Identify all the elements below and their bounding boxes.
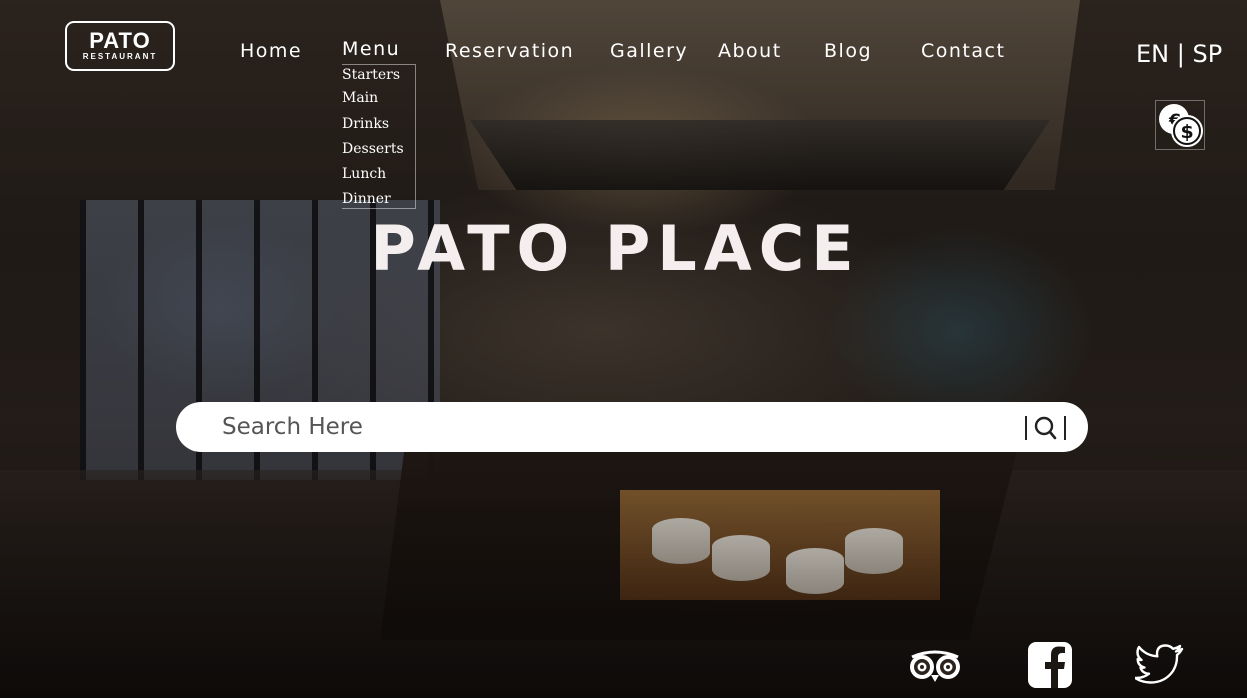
- search-input[interactable]: [222, 410, 1002, 444]
- language-sp[interactable]: SP: [1193, 40, 1223, 68]
- hero-background-image: [0, 0, 1247, 698]
- nav-contact[interactable]: Contact: [921, 40, 1005, 62]
- twitter-icon: [1133, 644, 1184, 684]
- svg-text:$: $: [1181, 121, 1194, 143]
- search-button[interactable]: [1023, 413, 1069, 443]
- search-bar: [176, 402, 1088, 452]
- tripadvisor-icon: [910, 650, 960, 682]
- menu-dropdown: [342, 64, 416, 209]
- dropdown-item-drinks[interactable]: Drinks: [342, 116, 389, 132]
- nav-home[interactable]: Home: [240, 40, 302, 62]
- logo-subtitle: RESTAURANT: [82, 52, 158, 61]
- dropdown-item-starters[interactable]: Starters: [342, 67, 400, 83]
- language-switcher: EN | SP: [1136, 40, 1222, 68]
- restaurant-logo[interactable]: PATO RESTAURANT: [65, 21, 175, 71]
- facebook-icon: [1028, 642, 1072, 688]
- nav-reservation[interactable]: Reservation: [445, 40, 574, 62]
- language-separator: |: [1176, 40, 1185, 68]
- currency-euro-dollar-icon: € $: [1159, 104, 1203, 147]
- search-icon: [1025, 416, 1066, 440]
- hero-title: PATO PLACE: [370, 212, 861, 285]
- twitter-link[interactable]: [1133, 643, 1185, 689]
- tripadvisor-link[interactable]: [906, 645, 964, 689]
- facebook-link[interactable]: [1027, 641, 1073, 693]
- dropdown-item-lunch[interactable]: Lunch: [342, 166, 386, 182]
- nav-blog[interactable]: Blog: [824, 40, 872, 62]
- language-en[interactable]: EN: [1136, 40, 1169, 68]
- dropdown-item-dinner[interactable]: Dinner: [342, 191, 391, 207]
- logo-title: PATO: [89, 28, 151, 53]
- nav-about[interactable]: About: [718, 40, 782, 62]
- dropdown-item-desserts[interactable]: Desserts: [342, 141, 404, 157]
- dropdown-item-main[interactable]: Main: [342, 90, 378, 106]
- currency-switcher-button[interactable]: € $: [1155, 100, 1205, 150]
- nav-menu[interactable]: Menu: [342, 38, 400, 60]
- nav-gallery[interactable]: Gallery: [610, 40, 688, 62]
